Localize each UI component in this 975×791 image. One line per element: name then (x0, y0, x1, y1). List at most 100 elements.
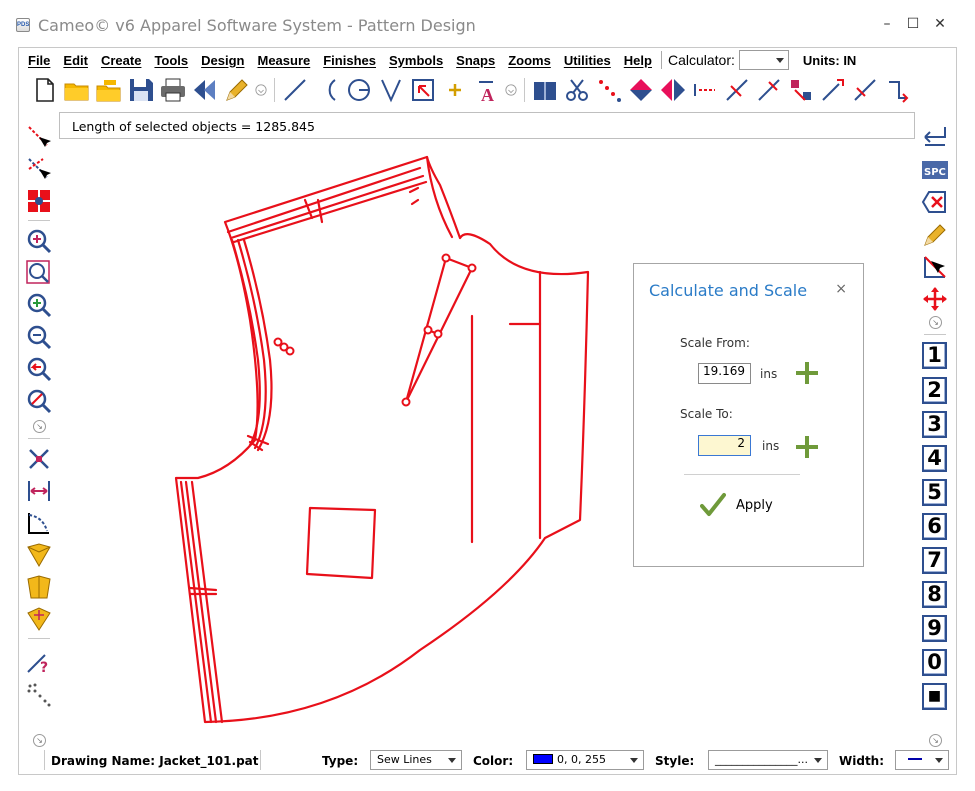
select-arrow-icon[interactable] (920, 252, 950, 282)
menu-zooms[interactable]: Zooms (508, 53, 551, 68)
dialog-close-button[interactable]: × (835, 281, 847, 297)
menu-tools[interactable]: Tools (154, 53, 188, 68)
minimize-button[interactable]: – (877, 14, 897, 34)
color-select[interactable]: 0, 0, 255 (526, 750, 644, 770)
menu-symbols[interactable]: Symbols (389, 53, 443, 68)
number-key-4[interactable]: 4 (922, 445, 947, 472)
new-file-icon[interactable] (30, 74, 60, 106)
width-select[interactable] (895, 750, 949, 770)
mirror-vertical-icon[interactable] (626, 74, 656, 106)
number-key-6[interactable]: 6 (922, 513, 947, 540)
open-folder-icon[interactable] (62, 74, 92, 106)
style-value: _______________... (715, 753, 808, 766)
return-icon[interactable] (882, 74, 912, 106)
print-icon[interactable] (158, 74, 188, 106)
scale-to-label: Scale To: (680, 407, 733, 421)
book-icon[interactable] (530, 74, 560, 106)
calculator-select[interactable] (738, 50, 789, 70)
number-key-3[interactable]: 3 (922, 411, 947, 438)
style-select[interactable]: _______________... (708, 750, 828, 770)
more-icon[interactable] (254, 74, 268, 106)
line-icon[interactable] (280, 74, 310, 106)
edit-pencil-icon[interactable] (920, 220, 950, 250)
menu-create[interactable]: Create (101, 53, 141, 68)
more-icon[interactable] (504, 74, 518, 106)
zoom-window-icon[interactable] (24, 258, 54, 288)
zoom-out-icon[interactable] (24, 322, 54, 352)
spc-icon[interactable]: SPC (920, 155, 950, 185)
zoom-clear-icon[interactable] (24, 386, 54, 416)
add-point-icon[interactable] (24, 122, 54, 152)
dotted-line-icon[interactable] (24, 680, 54, 710)
query-icon[interactable]: ? (24, 646, 54, 676)
calculator-label: Calculator: (667, 52, 735, 68)
cross-line-icon[interactable] (722, 74, 752, 106)
add-scale-to-button[interactable] (794, 434, 820, 460)
menu-edit[interactable]: Edit (63, 53, 88, 68)
pocket-rect (305, 506, 377, 580)
piece-icon-3[interactable] (24, 604, 54, 634)
zoom-plus-icon[interactable] (24, 290, 54, 320)
point-icon[interactable] (440, 74, 470, 106)
zoom-previous-icon[interactable] (24, 354, 54, 384)
number-key-8[interactable]: 8 (922, 581, 947, 608)
grid-select-icon[interactable] (24, 186, 54, 216)
move-point-icon[interactable] (24, 444, 54, 474)
measure-curve-icon[interactable] (24, 508, 54, 538)
window-title: Cameo© v6 Apparel Software System - Patt… (38, 16, 476, 35)
scale-to-input[interactable]: 2 (698, 435, 751, 456)
menu-finishes[interactable]: Finishes (323, 53, 376, 68)
color-swatch (533, 754, 553, 764)
scale-from-input[interactable]: 19.169 (698, 363, 751, 384)
add-scale-from-button[interactable] (794, 360, 820, 386)
cut-icon[interactable] (562, 74, 592, 106)
dots-line-icon[interactable] (594, 74, 624, 106)
select-point-icon[interactable] (24, 154, 54, 184)
number-key-dot[interactable]: ■ (922, 683, 947, 710)
mirror-horizontal-icon[interactable] (658, 74, 688, 106)
select-rect-icon[interactable] (408, 74, 438, 106)
slash-icon[interactable] (850, 74, 880, 106)
title-bar: PDS Cameo© v6 Apparel Software System - … (0, 0, 975, 48)
delete-icon[interactable] (920, 187, 950, 217)
grade-point-icon[interactable] (786, 74, 816, 106)
maximize-button[interactable]: ☐ (903, 14, 923, 34)
number-key-9[interactable]: 9 (922, 615, 947, 642)
menu-file[interactable]: File (28, 53, 50, 68)
number-key-2[interactable]: 2 (922, 377, 947, 404)
menu-measure[interactable]: Measure (257, 53, 310, 68)
return-arrow-icon[interactable] (920, 122, 950, 152)
circle-icon[interactable] (344, 74, 374, 106)
number-key-7[interactable]: 7 (922, 547, 947, 574)
chevron-down-icon[interactable]: ↘ (929, 316, 942, 329)
number-key-1[interactable]: 1 (922, 342, 947, 369)
chevron-down-icon[interactable]: ↘ (33, 420, 46, 433)
undo-icon[interactable] (190, 74, 220, 106)
menu-design[interactable]: Design (201, 53, 244, 68)
apply-button[interactable]: Apply (700, 490, 790, 520)
dashed-line-icon[interactable] (690, 74, 720, 106)
measure-distance-icon[interactable] (24, 476, 54, 506)
cross-line-2-icon[interactable] (754, 74, 784, 106)
svg-text:A: A (481, 85, 494, 104)
open-multiple-icon[interactable] (94, 74, 124, 106)
piece-icon-2[interactable] (24, 572, 54, 602)
number-key-0[interactable]: 0 (922, 649, 947, 676)
piece-icon-1[interactable] (24, 540, 54, 570)
units-label: Units: IN (802, 52, 857, 68)
save-icon[interactable] (126, 74, 156, 106)
extend-icon[interactable] (818, 74, 848, 106)
menu-help[interactable]: Help (624, 53, 652, 68)
zoom-in-icon[interactable] (24, 226, 54, 256)
type-select[interactable]: Sew Lines (370, 750, 462, 770)
pencil-icon[interactable] (222, 74, 252, 106)
text-icon[interactable]: A (472, 74, 502, 106)
close-button[interactable]: ✕ (930, 14, 950, 34)
move-icon[interactable] (920, 284, 950, 314)
menu-utilities[interactable]: Utilities (564, 53, 611, 68)
arc-icon[interactable] (312, 74, 342, 106)
menu-snaps[interactable]: Snaps (456, 53, 495, 68)
v-dart-icon[interactable] (376, 74, 406, 106)
toolbar-separator (524, 78, 525, 102)
number-key-5[interactable]: 5 (922, 479, 947, 506)
